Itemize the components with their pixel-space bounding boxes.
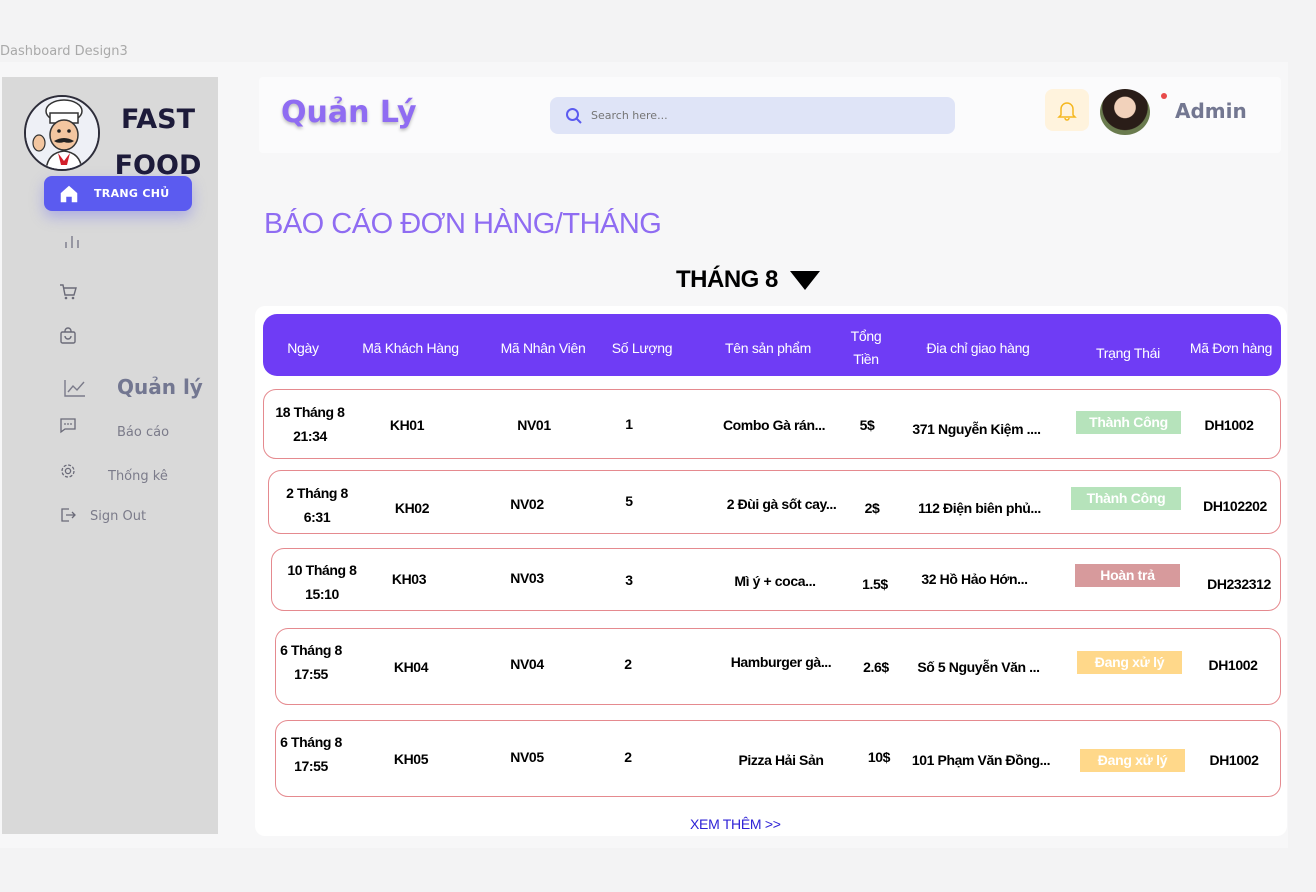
staff-id: NV04 <box>510 656 544 672</box>
table-row[interactable]: 18 Tháng 8 21:34 KH01 NV01 1 Combo Gà rá… <box>263 389 1281 459</box>
sidebar-item-thong-ke[interactable]: Thống kê <box>108 469 168 484</box>
col-trang-thai: Trạng Thái <box>1096 345 1160 361</box>
user-name[interactable]: Admin <box>1175 99 1247 123</box>
status-badge: Thành Công <box>1076 411 1181 434</box>
chart-bar-icon[interactable] <box>63 232 81 250</box>
product-name: Hamburger gà... <box>730 654 832 670</box>
status-badge: Thành Công <box>1071 487 1181 510</box>
col-ma-don-hang: Mã Đơn hàng <box>1189 340 1273 356</box>
total: 2$ <box>864 500 880 516</box>
product-name: 2 Đùi gà sốt cay... <box>726 496 837 512</box>
online-status-dot <box>1161 93 1167 99</box>
quantity: 5 <box>625 493 633 509</box>
cart-icon[interactable] <box>59 283 77 301</box>
col-dia-chi: Đia chỉ giao hàng <box>926 340 1030 356</box>
report-title: BÁO CÁO ĐƠN HÀNG/THÁNG <box>264 208 662 240</box>
top-header: Quản Lý Admin <box>259 77 1281 153</box>
table-row[interactable]: 2 Tháng 8 6:31 KH02 NV02 5 2 Đùi gà sốt … <box>268 470 1281 534</box>
customer-id: KH02 <box>394 500 430 516</box>
order-day: 6 Tháng 8 <box>280 734 342 750</box>
address: 101 Phạm Văn Đồng... <box>911 752 1051 768</box>
customer-id: KH05 <box>393 751 429 767</box>
product-name: Mì ý + coca... <box>734 573 816 589</box>
month-selector[interactable]: THÁNG 8 <box>676 266 820 294</box>
order-day: 18 Tháng 8 <box>275 404 345 420</box>
order-id: DH1002 <box>1209 752 1259 768</box>
address: 371 Nguyễn Kiệm .... <box>912 421 1041 437</box>
customer-id: KH04 <box>393 659 429 675</box>
avatar[interactable] <box>1100 89 1150 135</box>
staff-id: NV01 <box>517 417 551 433</box>
message-icon[interactable] <box>59 416 77 434</box>
table-row[interactable]: 10 Tháng 8 15:10 KH03 NV03 3 Mì ý + coca… <box>271 548 1281 611</box>
home-label: TRANG CHỦ <box>94 187 170 200</box>
month-label: THÁNG 8 <box>676 266 778 293</box>
order-day: 6 Tháng 8 <box>280 642 342 658</box>
dropdown-triangle-icon[interactable] <box>789 270 820 290</box>
product-name: Combo Gà rán... <box>722 417 826 433</box>
search-icon <box>566 107 582 124</box>
status-badge: Đang xử lý <box>1080 749 1185 772</box>
home-button[interactable]: TRANG CHỦ <box>44 176 192 211</box>
frame-label: Dashboard Design3 <box>0 44 128 59</box>
sidebar: FAST FOOD TRANG CHỦ Quản lý Báo cáo Thốn… <box>2 77 218 834</box>
logo-line1: FAST <box>120 104 196 135</box>
search-bar[interactable] <box>550 97 955 134</box>
order-time: 17:55 <box>294 758 328 774</box>
notification-button[interactable] <box>1045 89 1089 131</box>
sidebar-item-bao-cao[interactable]: Báo cáo <box>117 425 169 440</box>
order-day: 2 Tháng 8 <box>286 485 348 501</box>
order-id: DH102202 <box>1203 498 1267 514</box>
quantity: 2 <box>624 749 632 765</box>
gear-icon[interactable] <box>59 462 77 480</box>
table-header: Ngày Mã Khách Hàng Mã Nhân Viên Số Lượng… <box>263 314 1281 376</box>
col-ngay: Ngày <box>287 340 319 356</box>
total: 10$ <box>867 749 891 765</box>
order-day: 10 Tháng 8 <box>287 562 357 578</box>
customer-id: KH01 <box>389 417 425 433</box>
order-time: 17:55 <box>294 666 328 682</box>
sign-out-icon[interactable] <box>59 506 77 524</box>
col-ma-khach-hang: Mã Khách Hàng <box>362 340 459 356</box>
quantity: 2 <box>624 656 632 672</box>
product-name: Pizza Hải Sản <box>738 752 824 768</box>
search-input[interactable] <box>591 109 931 122</box>
quantity: 1 <box>625 416 633 432</box>
sign-out-button[interactable]: Sign Out <box>90 509 146 524</box>
address: 112 Điện biên phủ... <box>918 500 1041 516</box>
page-brand: Quản Lý <box>281 95 417 130</box>
total: 1.5$ <box>862 576 888 592</box>
order-time: 21:34 <box>293 428 327 444</box>
staff-id: NV03 <box>510 570 544 586</box>
staff-id: NV02 <box>510 496 544 512</box>
staff-id: NV05 <box>510 749 544 765</box>
line-chart-icon[interactable] <box>63 378 87 398</box>
customer-id: KH03 <box>391 571 427 587</box>
section-label: Quản lý <box>117 375 203 399</box>
chef-logo-icon <box>24 95 100 171</box>
col-tong: Tổng <box>850 328 882 344</box>
bell-icon <box>1057 102 1077 121</box>
table-row[interactable]: 6 Tháng 8 17:55 KH05 NV05 2 Pizza Hải Sả… <box>275 720 1281 797</box>
table-row[interactable]: 6 Tháng 8 17:55 KH04 NV04 2 Hamburger gà… <box>275 628 1281 705</box>
col-ma-nhan-vien: Mã Nhân Viên <box>500 340 586 356</box>
col-so-luong: Số Lượng <box>611 340 673 356</box>
quantity: 3 <box>625 572 633 588</box>
home-icon <box>60 185 78 202</box>
order-id: DH1002 <box>1208 657 1258 673</box>
order-id: DH1002 <box>1204 417 1254 433</box>
address: 32 Hồ Hảo Hớn... <box>921 571 1028 587</box>
col-tien: Tiền <box>853 351 879 367</box>
address: Số 5 Nguyễn Văn ... <box>917 659 1040 675</box>
see-more-link[interactable]: XEM THÊM >> <box>690 816 781 832</box>
status-badge: Đang xử lý <box>1077 651 1182 674</box>
status-badge: Hoàn trả <box>1075 564 1180 587</box>
order-time: 6:31 <box>303 509 331 525</box>
total: 5$ <box>859 417 875 433</box>
order-time: 15:10 <box>305 586 339 602</box>
order-id: DH232312 <box>1207 576 1271 592</box>
shopping-bag-icon[interactable] <box>59 327 77 345</box>
col-ten-san-pham: Tên sản phẩm <box>725 340 811 356</box>
total: 2.6$ <box>863 659 889 675</box>
